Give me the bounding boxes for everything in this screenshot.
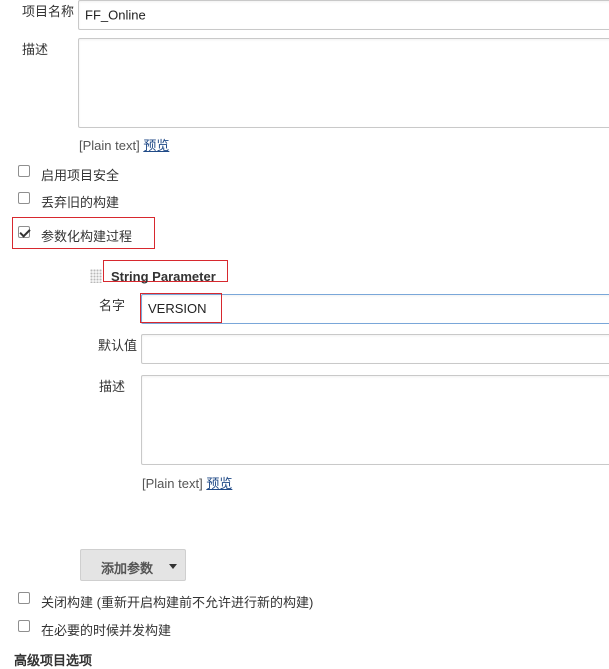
description-textarea[interactable] — [78, 38, 609, 128]
project-name-value: FF_Online — [85, 7, 146, 23]
discard-old-builds-checkbox[interactable] — [18, 192, 30, 204]
parameterized-build-checkbox[interactable] — [18, 226, 30, 238]
discard-old-builds-label: 丢弃旧的构建 — [41, 195, 120, 210]
preview-link[interactable]: 预览 — [143, 138, 169, 153]
drag-handle-icon[interactable] — [90, 269, 102, 283]
param-preview-link[interactable]: 预览 — [206, 476, 232, 491]
plain-text-label: [Plain text] — [79, 138, 140, 153]
project-name-input[interactable]: FF_Online — [78, 0, 609, 30]
param-default-label: 默认值 — [98, 338, 138, 353]
description-format-hint: [Plain text] 预览 — [79, 135, 169, 154]
string-parameter-title: String Parameter — [111, 269, 216, 284]
add-parameter-label: 添加参数 — [101, 561, 154, 576]
param-default-input[interactable] — [141, 334, 609, 364]
project-name-label: 项目名称 — [22, 4, 75, 19]
param-description-format-hint: [Plain text] 预览 — [142, 473, 232, 492]
param-name-value: VERSION — [148, 301, 207, 316]
enable-project-security-checkbox[interactable] — [18, 165, 30, 177]
param-description-textarea[interactable] — [141, 375, 609, 465]
concurrent-build-checkbox[interactable] — [18, 620, 30, 632]
param-plain-text-label: [Plain text] — [142, 476, 203, 491]
parameterized-build-label: 参数化构建过程 — [41, 229, 133, 244]
chevron-down-icon[interactable] — [169, 564, 177, 569]
disable-build-checkbox[interactable] — [18, 592, 30, 604]
param-name-label: 名字 — [99, 298, 126, 313]
concurrent-build-label: 在必要的时候并发构建 — [41, 623, 172, 638]
enable-project-security-label: 启用项目安全 — [41, 168, 120, 183]
disable-build-label: 关闭构建 (重新开启构建前不允许进行新的构建) — [41, 595, 314, 610]
description-label: 描述 — [22, 42, 49, 57]
advanced-options-title: 高级项目选项 — [14, 653, 93, 668]
add-parameter-button[interactable]: 添加参数 — [80, 549, 186, 581]
param-description-label: 描述 — [99, 379, 126, 394]
